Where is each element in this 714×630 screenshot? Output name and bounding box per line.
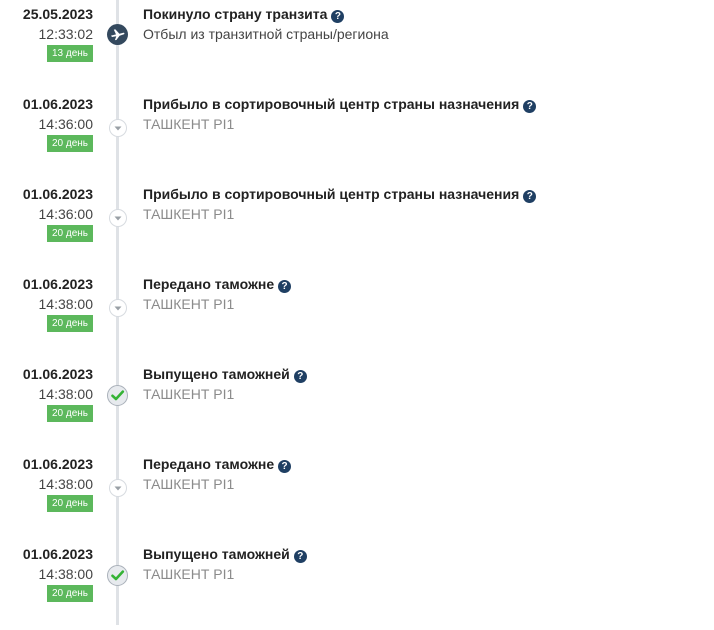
- help-icon[interactable]: ?: [331, 10, 345, 23]
- days-badge: 20 день: [46, 135, 93, 152]
- airplane-icon: [107, 24, 128, 45]
- timeline-event: 01.06.2023 14:38:00 20 день Передано там…: [0, 270, 714, 360]
- days-badge: 20 день: [46, 585, 93, 602]
- timeline-event: 01.06.2023 14:36:00 20 день Прибыло в со…: [0, 180, 714, 270]
- event-time: 14:38:00: [38, 296, 94, 312]
- event-date: 01.06.2023: [22, 546, 93, 562]
- event-title: Выпущено таможней: [143, 546, 290, 562]
- event-date: 01.06.2023: [22, 186, 93, 202]
- days-badge: 20 день: [46, 495, 93, 512]
- event-title: Передано таможне: [143, 456, 275, 472]
- event-title: Покинуло страну транзита: [143, 6, 328, 22]
- help-icon[interactable]: ?: [523, 100, 537, 113]
- help-icon[interactable]: ?: [523, 190, 537, 203]
- event-time: 14:36:00: [38, 116, 94, 132]
- event-date: 01.06.2023: [22, 96, 93, 112]
- event-date: 01.06.2023: [22, 366, 93, 382]
- event-time: 14:38:00: [38, 476, 94, 492]
- help-icon[interactable]: ?: [278, 280, 292, 293]
- chevron-down-icon: [109, 209, 127, 227]
- help-icon[interactable]: ?: [293, 370, 307, 383]
- event-date: 01.06.2023: [22, 276, 93, 292]
- event-title: Выпущено таможней: [143, 366, 290, 382]
- event-title: Передано таможне: [143, 276, 275, 292]
- checkmark-icon: [107, 565, 128, 586]
- chevron-down-icon: [109, 479, 127, 497]
- event-title: Прибыло в сортировочный центр страны наз…: [143, 96, 520, 112]
- days-badge: 20 день: [46, 405, 93, 422]
- event-time: 14:36:00: [38, 206, 94, 222]
- event-time: 14:38:00: [38, 386, 94, 402]
- event-location: ТАШКЕНТ PI1: [143, 206, 235, 222]
- event-location: ТАШКЕНТ PI1: [143, 296, 235, 312]
- event-location: ТАШКЕНТ PI1: [143, 566, 235, 582]
- chevron-down-icon: [109, 299, 127, 317]
- event-date: 01.06.2023: [22, 456, 93, 472]
- event-location: ТАШКЕНТ PI1: [143, 386, 235, 402]
- days-badge: 13 день: [46, 45, 93, 62]
- event-time: 14:38:00: [38, 566, 94, 582]
- timeline-event: 01.06.2023 14:38:00 20 день Передано там…: [0, 450, 714, 540]
- days-badge: 20 день: [46, 225, 93, 242]
- event-location: Отбыл из транзитной страны/региона: [143, 26, 389, 42]
- checkmark-icon: [107, 385, 128, 406]
- event-time: 12:33:02: [38, 26, 94, 42]
- event-location: ТАШКЕНТ PI1: [143, 476, 235, 492]
- tracking-timeline: 25.05.2023 12:33:02 13 день Покинуло стр…: [0, 0, 714, 625]
- event-title: Прибыло в сортировочный центр страны наз…: [143, 186, 520, 202]
- chevron-down-icon: [109, 119, 127, 137]
- event-location: ТАШКЕНТ PI1: [143, 116, 235, 132]
- help-icon[interactable]: ?: [278, 460, 292, 473]
- timeline-event: 25.05.2023 12:33:02 13 день Покинуло стр…: [0, 0, 714, 90]
- timeline-event: 01.06.2023 14:36:00 20 день Прибыло в со…: [0, 90, 714, 180]
- timeline-event: 01.06.2023 14:38:00 20 день Выпущено там…: [0, 540, 714, 630]
- help-icon[interactable]: ?: [293, 550, 307, 563]
- timeline-event: 01.06.2023 14:38:00 20 день Выпущено там…: [0, 360, 714, 450]
- event-date: 25.05.2023: [22, 6, 93, 22]
- days-badge: 20 день: [46, 315, 93, 332]
